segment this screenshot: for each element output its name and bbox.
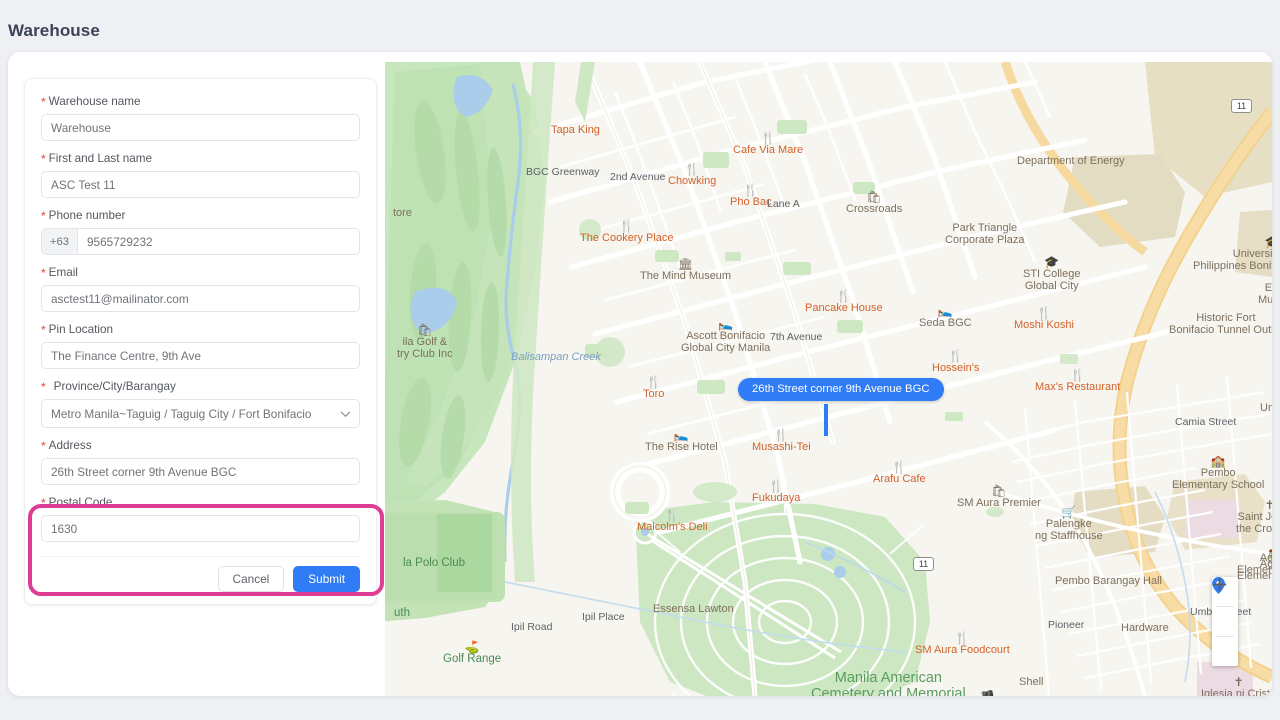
field-address: *Address	[41, 439, 360, 485]
road-shield-11-north: 11	[1231, 99, 1252, 113]
map-controls[interactable]	[1212, 577, 1238, 666]
form-actions: Cancel Submit	[41, 556, 360, 592]
map-marker-stem	[824, 404, 828, 436]
content-panel: 11 11 26th Street corner 9th Avenue BGC	[8, 52, 1272, 696]
required-marker: *	[41, 209, 46, 223]
postal-code-input[interactable]	[41, 515, 360, 542]
minus-icon	[1212, 577, 1227, 592]
label-text: Province/City/Barangay	[54, 380, 176, 393]
label-text: Phone number	[49, 209, 126, 222]
phone-country-code[interactable]: +63	[42, 229, 78, 254]
label-first-last-name: *First and Last name	[41, 152, 360, 166]
label-pin-location: *Pin Location	[41, 323, 360, 337]
label-text: First and Last name	[49, 152, 152, 165]
required-marker: *	[41, 439, 46, 453]
label-warehouse-name: *Warehouse name	[41, 95, 360, 109]
label-email: *Email	[41, 266, 360, 280]
field-province-city-barangay: * Province/City/Barangay Metro Manila~Tag…	[41, 380, 360, 428]
zoom-out-button[interactable]	[1212, 637, 1238, 666]
label-text: Address	[49, 439, 92, 452]
label-text: Warehouse name	[49, 95, 141, 108]
email-field[interactable]	[41, 285, 360, 312]
map-marker-tooltip[interactable]: 26th Street corner 9th Avenue BGC	[738, 378, 944, 401]
province-city-barangay-select[interactable]: Metro Manila~Taguig / Taguig City / Fort…	[41, 399, 360, 428]
required-marker: *	[41, 323, 46, 337]
phone-input-group: +63	[41, 228, 360, 255]
pin-location-input[interactable]	[41, 342, 360, 369]
field-postal-code: *Postal Code	[41, 496, 360, 542]
label-province-city-barangay: * Province/City/Barangay	[41, 380, 360, 394]
required-marker: *	[41, 266, 46, 280]
label-text: Pin Location	[49, 323, 113, 336]
required-marker: *	[41, 95, 46, 109]
required-marker: *	[41, 496, 46, 510]
zoom-in-button[interactable]	[1212, 607, 1238, 636]
field-pin-location: *Pin Location	[41, 323, 360, 369]
province-selected-value: Metro Manila~Taguig / Taguig City / Fort…	[51, 407, 311, 421]
map-viewport[interactable]: 11 11 26th Street corner 9th Avenue BGC	[385, 62, 1272, 696]
address-input[interactable]	[41, 458, 360, 485]
road-shield-11-south: 11	[913, 557, 934, 571]
phone-number-input[interactable]	[78, 229, 359, 254]
cancel-button[interactable]: Cancel	[218, 566, 285, 592]
first-last-name-input[interactable]	[41, 171, 360, 198]
label-text: Email	[49, 266, 78, 279]
field-email: *Email	[41, 266, 360, 312]
province-select-wrapper: Metro Manila~Taguig / Taguig City / Fort…	[41, 399, 360, 428]
required-marker: *	[41, 380, 46, 394]
field-first-last-name: *First and Last name	[41, 152, 360, 198]
warehouse-name-input[interactable]	[41, 114, 360, 141]
submit-button[interactable]: Submit	[293, 566, 360, 592]
label-text: Postal Code	[49, 496, 113, 509]
field-phone-number: *Phone number +63	[41, 209, 360, 255]
warehouse-form-card: *Warehouse name *First and Last name *Ph…	[24, 78, 377, 605]
label-postal-code: *Postal Code	[41, 496, 360, 510]
field-warehouse-name: *Warehouse name	[41, 95, 360, 141]
label-phone-number: *Phone number	[41, 209, 360, 223]
required-marker: *	[41, 152, 46, 166]
label-address: *Address	[41, 439, 360, 453]
page-title: Warehouse	[8, 21, 100, 41]
